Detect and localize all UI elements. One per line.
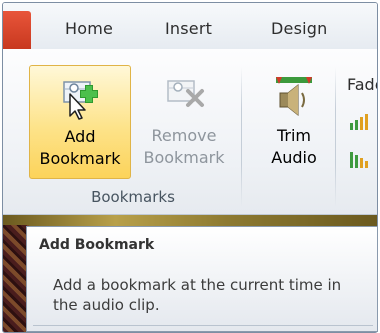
trim-audio-icon [270, 75, 318, 119]
tooltip-title: Add Bookmark [39, 237, 155, 253]
tooltip-body: Add a bookmark at the current time in th… [53, 276, 342, 314]
tab-home[interactable]: Home [65, 19, 113, 38]
group-separator [241, 67, 242, 207]
fade-in-icon[interactable] [349, 113, 371, 131]
ribbon-playback: Add Bookmark Remove Bookmark Bookmarks T… [3, 49, 377, 215]
add-bookmark-icon [56, 76, 104, 120]
remove-bookmark-label-line1: Remove [151, 126, 217, 145]
tab-design[interactable]: Design [271, 19, 327, 38]
group-separator [335, 67, 336, 207]
remove-bookmark-label-line2: Bookmark [143, 148, 225, 167]
add-bookmark-label-line1: Add [64, 127, 96, 146]
add-bookmark-label-line2: Bookmark [39, 149, 121, 168]
add-bookmark-tooltip: Add Bookmark Add a bookmark at the curre… [26, 226, 378, 332]
remove-bookmark-button[interactable]: Remove Bookmark [136, 65, 232, 179]
remove-bookmark-icon [160, 75, 208, 119]
trim-audio-label-line1: Trim [276, 126, 312, 145]
trim-audio-button[interactable]: Trim Audio [258, 65, 330, 179]
trim-audio-label-line2: Audio [271, 148, 317, 167]
fade-label: Fade [347, 75, 377, 94]
tooltip-divider [33, 325, 373, 326]
fade-out-icon[interactable] [349, 151, 371, 169]
bookmarks-group-label: Bookmarks [91, 188, 175, 206]
add-bookmark-button[interactable]: Add Bookmark [29, 65, 131, 179]
file-tab[interactable] [3, 11, 31, 49]
tab-insert[interactable]: Insert [165, 19, 212, 38]
ribbon-tab-bar: Home Insert Design [3, 3, 377, 50]
